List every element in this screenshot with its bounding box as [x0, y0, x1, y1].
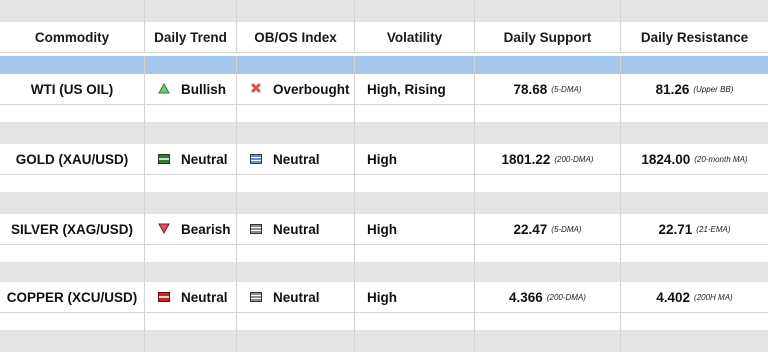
- spacer-row: [0, 192, 768, 214]
- header-daily-resistance: Daily Resistance: [640, 29, 749, 45]
- volatility-cell: High: [355, 282, 475, 312]
- header-daily-trend: Daily Trend: [145, 22, 237, 52]
- resistance-note: (21-EMA): [696, 224, 731, 234]
- commodity-name: GOLD (XAU/USD): [15, 151, 129, 167]
- support-value: 22.47: [513, 221, 548, 237]
- support-note: (200-DMA): [546, 292, 586, 302]
- spacer-row: [0, 330, 768, 352]
- blue-divider-row: [0, 56, 768, 74]
- bars-green-icon: [157, 152, 171, 167]
- spacer-row: [0, 262, 768, 282]
- header-obos-index: OB/OS Index: [237, 22, 355, 52]
- commodity-table: Commodity Daily Trend OB/OS Index Volati…: [0, 0, 768, 352]
- support-value: 1801.22: [501, 151, 551, 167]
- x-icon: [249, 82, 263, 97]
- table-row: SILVER (XAG/USD) Bearish Neutral High 22…: [0, 214, 768, 245]
- trend-label: Neutral: [181, 151, 228, 167]
- header-volatility: Volatility: [355, 22, 475, 52]
- resistance-cell: 1824.00 (20-month MA): [621, 144, 768, 174]
- commodity-cell: GOLD (XAU/USD): [0, 144, 145, 174]
- trend-label: Bullish: [181, 81, 227, 97]
- commodity-name: WTI (US OIL): [30, 81, 114, 97]
- triangle-down-icon: [157, 222, 171, 237]
- table-row: WTI (US OIL) Bullish Overbought High, Ri…: [0, 74, 768, 105]
- obos-cell: Neutral: [237, 144, 355, 174]
- spacer-row: [0, 122, 768, 144]
- support-cell: 4.366 (200-DMA): [475, 282, 621, 312]
- support-note: (200-DMA): [554, 154, 594, 164]
- resistance-value: 22.71: [658, 221, 693, 237]
- trend-label: Neutral: [181, 289, 228, 305]
- obos-label: Neutral: [273, 289, 320, 305]
- volatility-cell: High, Rising: [355, 74, 475, 104]
- spacer-row: [0, 0, 768, 22]
- resistance-note: (200H MA): [694, 292, 733, 302]
- commodity-name: SILVER (XAG/USD): [10, 221, 133, 237]
- trend-cell: Bullish: [145, 74, 237, 104]
- trend-cell: Neutral: [145, 282, 237, 312]
- resistance-cell: 4.402 (200H MA): [621, 282, 768, 312]
- resistance-note: (20-month MA): [694, 154, 748, 164]
- resistance-value: 4.402: [656, 289, 691, 305]
- header-row: Commodity Daily Trend OB/OS Index Volati…: [0, 22, 768, 53]
- header-commodity: Commodity: [0, 22, 145, 52]
- resistance-cell: 22.71 (21-EMA): [621, 214, 768, 244]
- support-note: (5-DMA): [551, 224, 582, 234]
- triangle-up-icon: [157, 82, 171, 97]
- bars-red-icon: [157, 290, 171, 305]
- obos-label: Neutral: [273, 151, 320, 167]
- volatility-cell: High: [355, 214, 475, 244]
- resistance-value: 81.26: [655, 81, 690, 97]
- table-row: COPPER (XCU/USD) Neutral Neutral High 4.…: [0, 282, 768, 313]
- bars-gray-icon: [249, 290, 263, 305]
- blank-row: [0, 312, 768, 331]
- blank-row: [0, 244, 768, 263]
- trend-cell: Neutral: [145, 144, 237, 174]
- support-value: 78.68: [513, 81, 548, 97]
- support-cell: 1801.22 (200-DMA): [475, 144, 621, 174]
- support-note: (5-DMA): [551, 84, 582, 94]
- volatility-cell: High: [355, 144, 475, 174]
- blank-row: [0, 104, 768, 123]
- support-cell: 22.47 (5-DMA): [475, 214, 621, 244]
- resistance-cell: 81.26 (Upper BB): [621, 74, 768, 104]
- commodity-cell: SILVER (XAG/USD): [0, 214, 145, 244]
- trend-label: Bearish: [181, 221, 231, 237]
- header-daily-support: Daily Support: [475, 22, 621, 52]
- blank-row: [0, 174, 768, 193]
- obos-cell: Neutral: [237, 214, 355, 244]
- support-value: 4.366: [509, 289, 543, 305]
- resistance-note: (Upper BB): [693, 84, 734, 94]
- obos-cell: Neutral: [237, 282, 355, 312]
- commodity-name: COPPER (XCU/USD): [6, 289, 138, 305]
- table-row: GOLD (XAU/USD) Neutral Neutral High 1801…: [0, 144, 768, 175]
- resistance-value: 1824.00: [641, 151, 691, 167]
- trend-cell: Bearish: [145, 214, 237, 244]
- commodity-cell: COPPER (XCU/USD): [0, 282, 145, 312]
- bars-blue-icon: [249, 152, 263, 167]
- commodity-cell: WTI (US OIL): [0, 74, 145, 104]
- bars-gray-icon: [249, 222, 263, 237]
- obos-label: Neutral: [273, 221, 320, 237]
- support-cell: 78.68 (5-DMA): [475, 74, 621, 104]
- obos-label: Overbought: [273, 81, 350, 97]
- obos-cell: Overbought: [237, 74, 355, 104]
